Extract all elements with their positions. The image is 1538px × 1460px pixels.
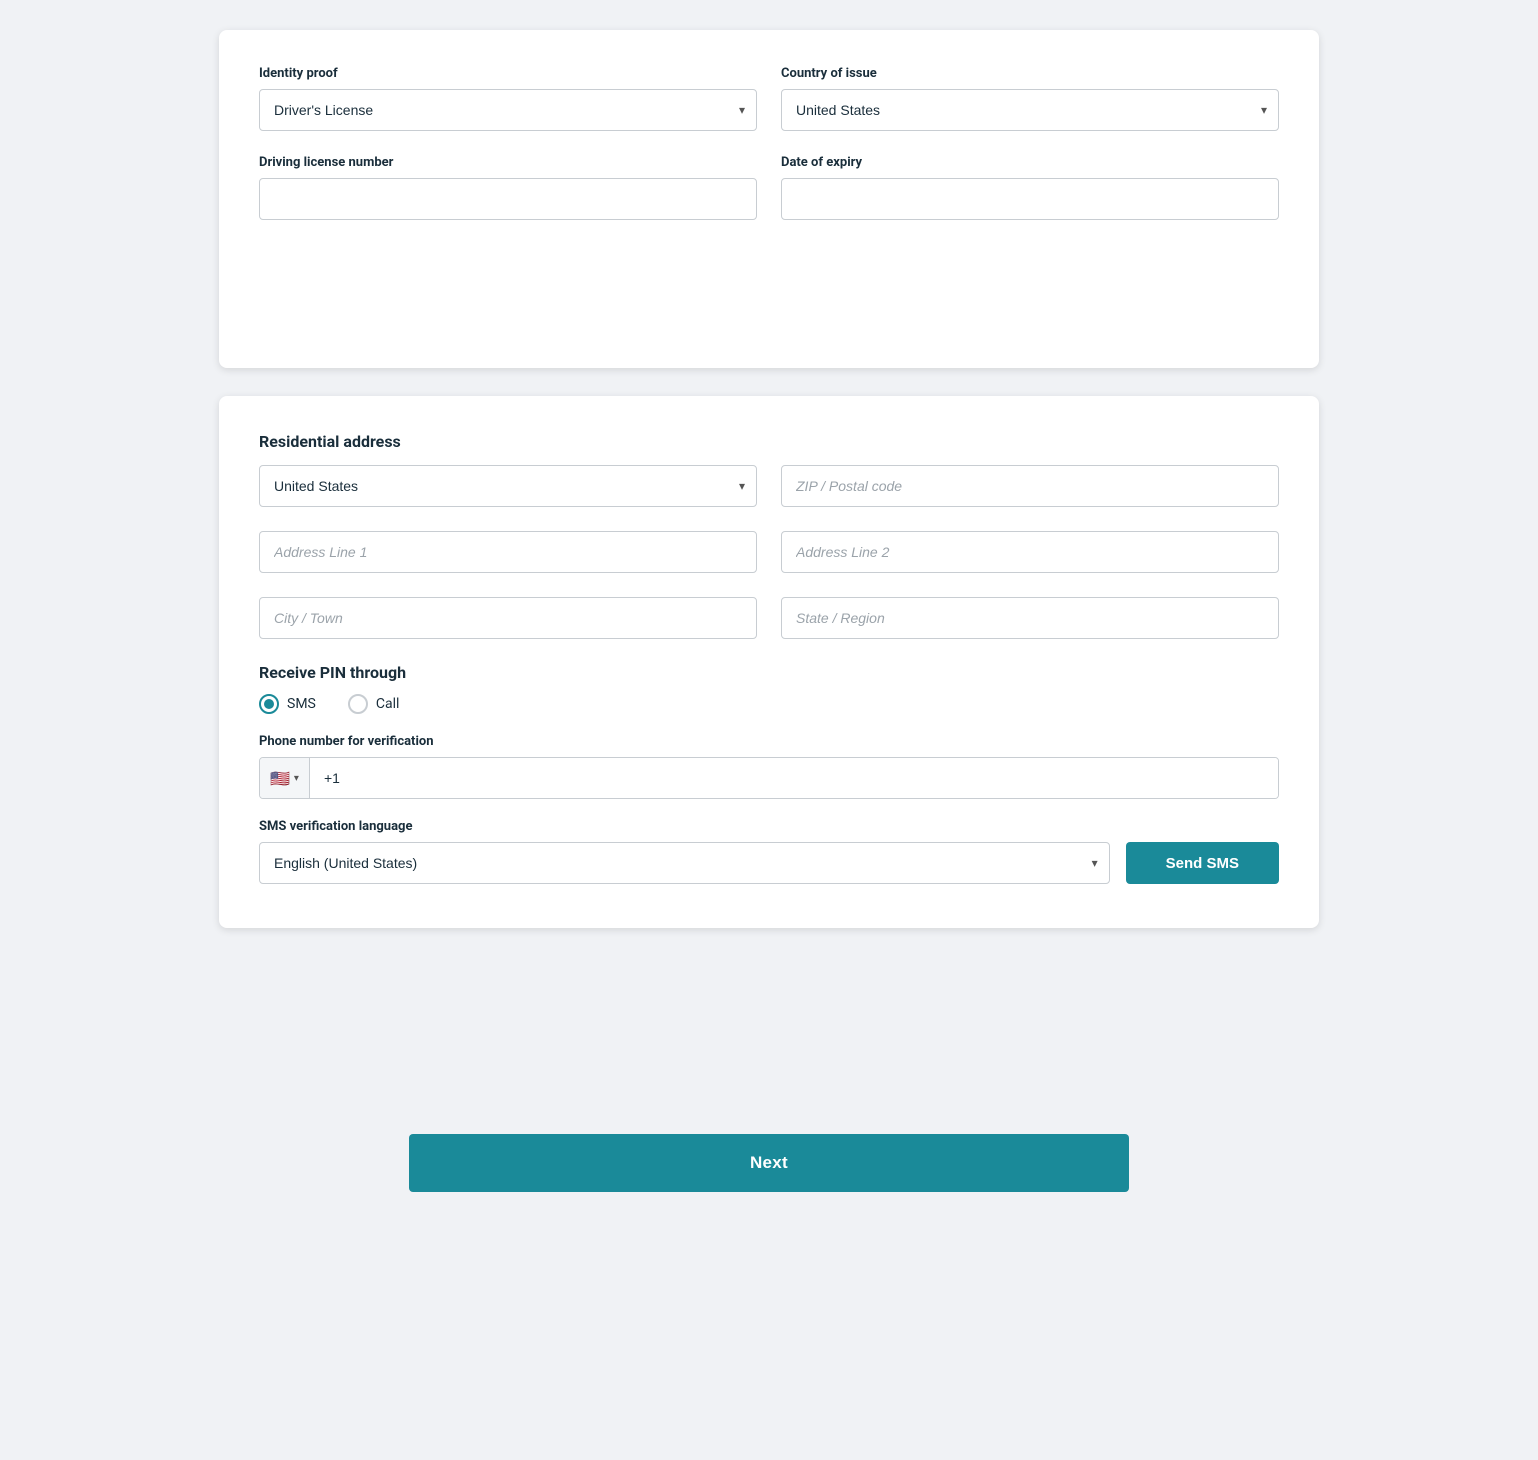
zip-code-input[interactable] [781,465,1279,507]
pin-radio-group: SMS Call [259,694,1279,714]
sms-language-row: SMS verification language English (Unite… [259,819,1279,884]
sms-language-group: SMS verification language English (Unite… [259,819,1110,884]
sms-language-label: SMS verification language [259,819,1110,834]
date-of-expiry-group: Date of expiry [781,155,1279,220]
city-town-input[interactable] [259,597,757,639]
country-of-issue-group: Country of issue United States United Ki… [781,66,1279,131]
zip-code-group [781,465,1279,507]
identity-proof-label: Identity proof [259,66,757,81]
send-sms-button[interactable]: Send SMS [1126,842,1279,884]
driving-license-number-group: Driving license number [259,155,757,220]
driving-license-number-label: Driving license number [259,155,757,170]
date-of-expiry-input[interactable] [781,178,1279,220]
state-region-input[interactable] [781,597,1279,639]
residential-address-card: Residential address United States United… [219,396,1319,928]
us-flag-icon: 🇺🇸 [270,769,290,788]
phone-number-input[interactable] [310,758,1278,798]
address-line1-group [259,531,757,573]
address-line1-input[interactable] [259,531,757,573]
sms-radio-label: SMS [287,696,316,712]
identity-proof-select[interactable]: Driver's License Passport National ID Re… [259,89,757,131]
country-select-wrapper: United States United Kingdom Canada Aust… [259,465,757,507]
city-town-group [259,597,757,639]
driving-license-number-input[interactable] [259,178,757,220]
receive-pin-title: Receive PIN through [259,663,1279,682]
pin-section: Receive PIN through SMS Call [259,663,1279,714]
phone-verification-label: Phone number for verification [259,734,1279,749]
next-button[interactable]: Next [409,1134,1129,1192]
residential-address-title: Residential address [259,432,1279,451]
call-radio-input[interactable] [348,694,368,714]
address-line2-group [781,531,1279,573]
sms-language-select[interactable]: English (United States) Spanish French G… [259,842,1110,884]
country-of-issue-select-wrapper: United States United Kingdom Canada Aust… [781,89,1279,131]
sms-language-select-wrapper: English (United States) Spanish French G… [259,842,1110,884]
identity-proof-group: Identity proof Driver's License Passport… [259,66,757,131]
state-region-group [781,597,1279,639]
phone-country-selector[interactable]: 🇺🇸 ▾ [260,758,310,798]
bottom-spacer [219,956,1319,1096]
phone-section: Phone number for verification 🇺🇸 ▾ [259,734,1279,799]
date-of-expiry-label: Date of expiry [781,155,1279,170]
call-radio-label: Call [376,696,400,712]
country-of-issue-select[interactable]: United States United Kingdom Canada Aust… [781,89,1279,131]
phone-country-chevron-icon: ▾ [294,773,299,784]
country-of-issue-label: Country of issue [781,66,1279,81]
next-button-wrapper: Next [219,1134,1319,1192]
identity-proof-card: Identity proof Driver's License Passport… [219,30,1319,368]
sms-radio-input[interactable] [259,694,279,714]
country-select[interactable]: United States United Kingdom Canada Aust… [259,465,757,507]
call-radio-option[interactable]: Call [348,694,400,714]
identity-proof-select-wrapper: Driver's License Passport National ID Re… [259,89,757,131]
address-line2-input[interactable] [781,531,1279,573]
country-select-group: United States United Kingdom Canada Aust… [259,465,757,507]
sms-radio-option[interactable]: SMS [259,694,316,714]
phone-input-wrapper: 🇺🇸 ▾ [259,757,1279,799]
